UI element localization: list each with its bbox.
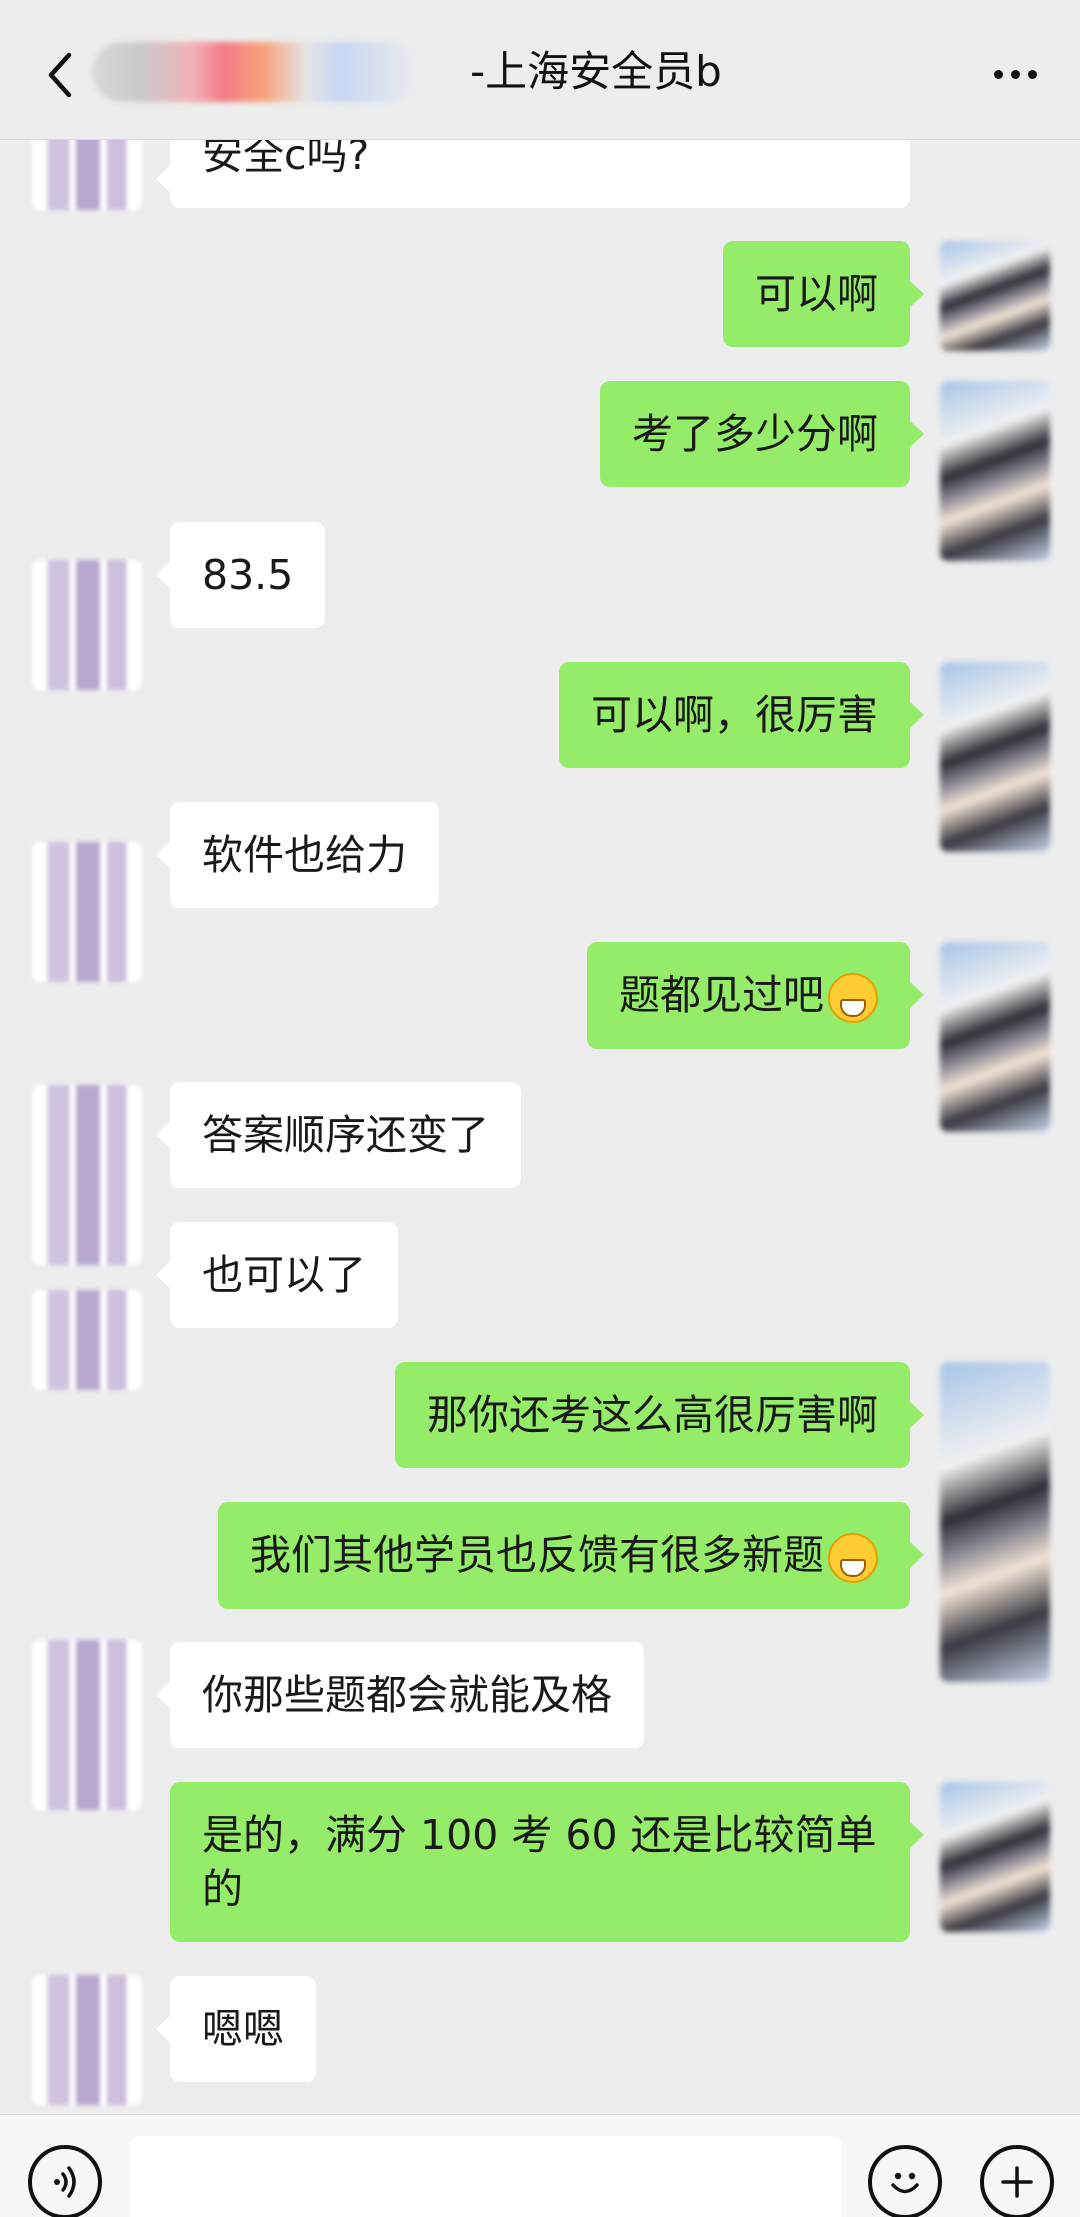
message-input[interactable]: [130, 2137, 842, 2217]
message-bubble-outgoing[interactable]: 可以啊，很厉害: [559, 662, 924, 768]
message-bubble-outgoing[interactable]: 我们其他学员也反馈有很多新题: [218, 1502, 924, 1609]
avatar-me[interactable]: [940, 942, 1050, 1132]
chevron-left-icon: [48, 52, 72, 98]
avatar-me[interactable]: [940, 241, 1050, 351]
message-bubble-outgoing[interactable]: 考了多少分啊: [600, 381, 924, 487]
blurred-contact-name: [92, 42, 422, 102]
avatar-me[interactable]: [940, 662, 1050, 852]
plus-button[interactable]: [980, 2145, 1054, 2217]
message-bubble-incoming[interactable]: 83.5: [155, 522, 326, 628]
avatar-me[interactable]: [940, 1782, 1050, 1932]
message-bubble-incoming[interactable]: 嗯嗯: [156, 1976, 316, 2082]
avatar-other[interactable]: [32, 1975, 142, 2105]
input-bar: [0, 2114, 1080, 2217]
avatar-other[interactable]: [32, 560, 142, 690]
avatar-me[interactable]: [940, 1362, 1050, 1682]
voice-icon: [54, 2166, 76, 2198]
back-button[interactable]: [30, 40, 90, 110]
chat-header: -上海安全员b: [0, 0, 1080, 140]
avatar-other[interactable]: [32, 1290, 142, 1390]
plus-icon: [1001, 2166, 1033, 2198]
message-bubble-incoming[interactable]: 软件也给力: [156, 802, 439, 908]
grinning-face-icon: [828, 973, 878, 1023]
message-bubble-outgoing[interactable]: 是的，满分 100 考 60 还是比较简单的: [170, 1782, 924, 1942]
avatar-other[interactable]: [32, 1085, 142, 1265]
avatar-other[interactable]: [32, 842, 142, 982]
avatar-me[interactable]: [940, 381, 1050, 561]
tears-of-joy-icon: [828, 1533, 878, 1583]
chat-title: -上海安全员b: [470, 47, 722, 96]
message-bubble-incoming[interactable]: 你那些题都会就能及格: [156, 1642, 644, 1748]
message-bubble-outgoing[interactable]: 题都见过吧: [587, 942, 924, 1049]
message-bubble-outgoing[interactable]: 那你还考这么高很厉害啊: [395, 1362, 924, 1468]
more-button[interactable]: [980, 46, 1050, 102]
avatar-other[interactable]: [32, 1640, 142, 1810]
smile-icon: [891, 2172, 919, 2194]
message-bubble-incoming[interactable]: 也可以了: [156, 1222, 398, 1328]
message-bubble-incoming[interactable]: 答案顺序还变了: [156, 1082, 521, 1188]
voice-button[interactable]: [28, 2145, 102, 2217]
ellipsis-icon: [993, 69, 1003, 79]
emoji-button[interactable]: [868, 2145, 942, 2217]
message-bubble-outgoing[interactable]: 可以啊: [723, 241, 924, 347]
